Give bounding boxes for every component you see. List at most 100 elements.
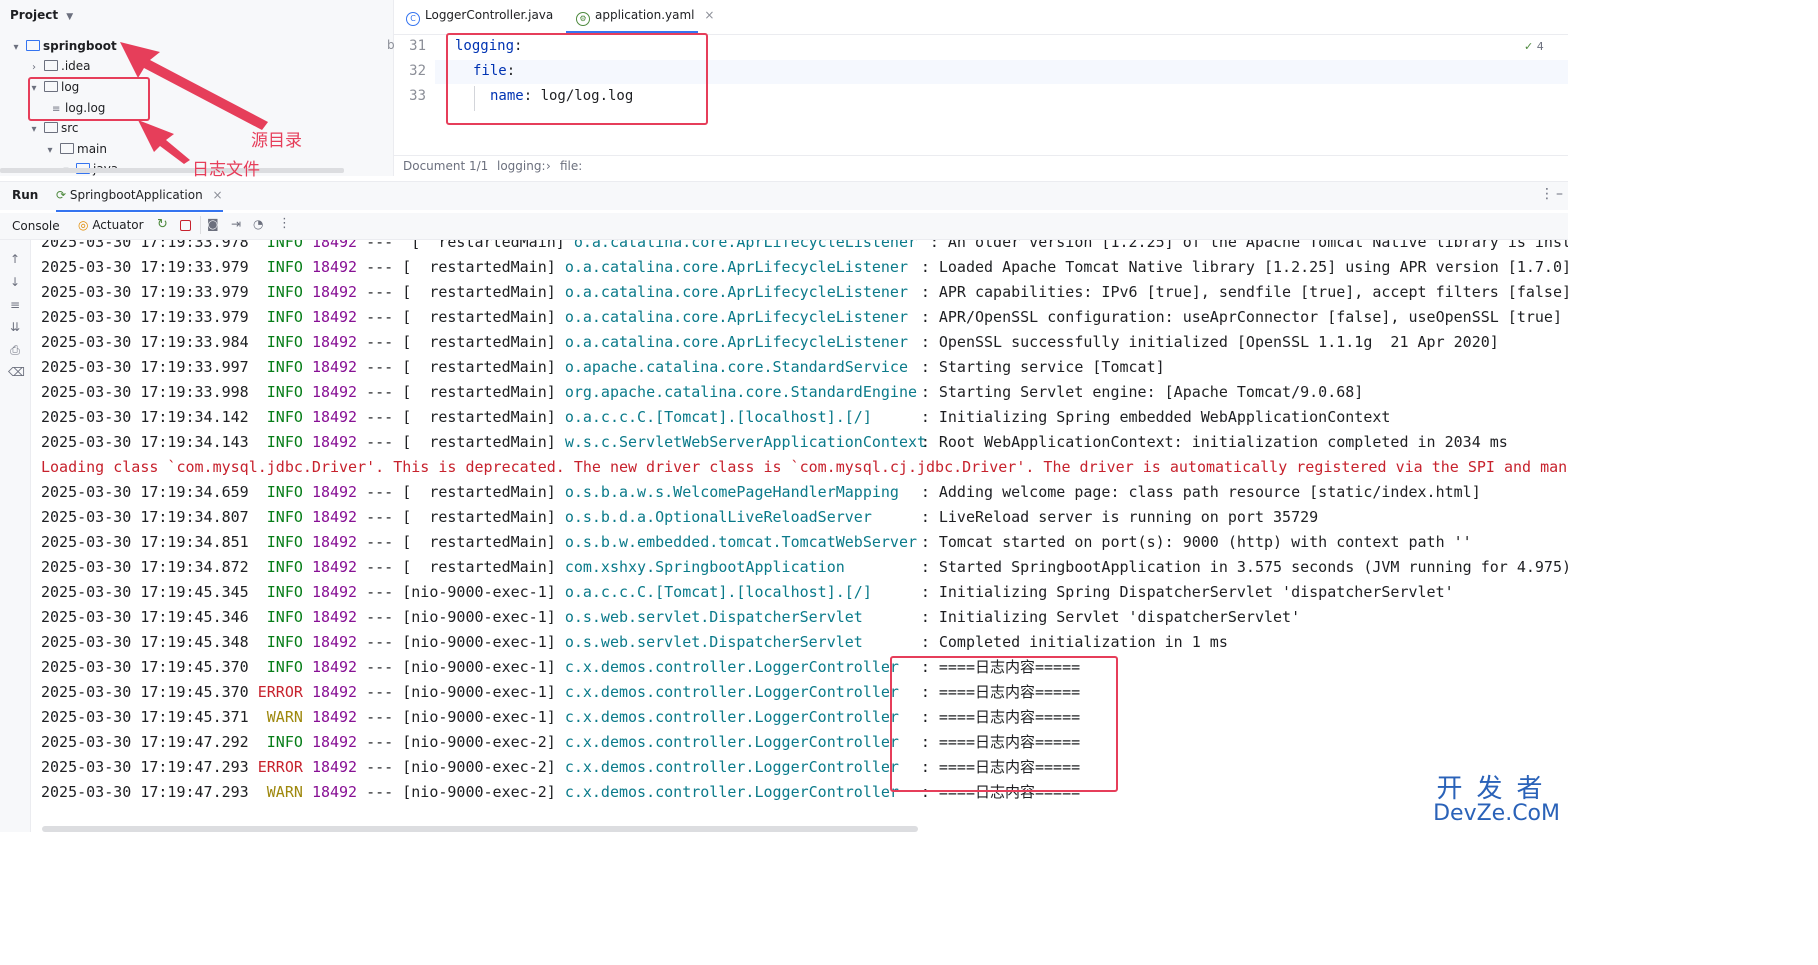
- console-line: 2025-03-30 17:19:34.872 INFO 18492 --- […: [41, 555, 1568, 580]
- log-thread: --- [ restartedMain]: [366, 258, 556, 276]
- tab-logger-controller[interactable]: C LoggerController.java: [406, 8, 553, 26]
- log-message: : Loaded Apache Tomcat Native library [1…: [920, 258, 1568, 276]
- close-icon[interactable]: ×: [704, 8, 714, 22]
- log-level: INFO: [266, 608, 303, 626]
- log-thread: --- [ restartedMain]: [366, 333, 556, 351]
- log-logger: com.xshxy.SpringbootApplication: [564, 558, 845, 576]
- log-pid: 18492: [311, 533, 358, 551]
- camera-icon[interactable]: ◙: [207, 217, 219, 231]
- log-pid: 18492: [311, 283, 358, 301]
- log-output-highlight-box: [890, 656, 1118, 792]
- log-message: : LiveReload server is running on port 3…: [920, 508, 1319, 526]
- scroll-to-end-icon[interactable]: ⇊: [8, 320, 22, 334]
- log-logger: c.x.demos.controller.LoggerController: [564, 708, 899, 726]
- log-level: INFO: [266, 333, 303, 351]
- log-logger: o.s.b.d.a.OptionalLiveReloadServer: [564, 508, 872, 526]
- arrow-up-icon[interactable]: ↑: [8, 252, 22, 266]
- log-level: INFO: [266, 240, 303, 251]
- console-line: 2025-03-30 17:19:34.659 INFO 18492 --- […: [41, 480, 1481, 505]
- log-level: INFO: [266, 658, 303, 676]
- log-thread: --- [nio-9000-exec-1]: [366, 658, 556, 676]
- log-level: INFO: [266, 258, 303, 276]
- log-level: INFO: [266, 433, 303, 451]
- more-options-icon[interactable]: ⋮: [1540, 186, 1554, 202]
- console-output[interactable]: 2025-03-30 17:19:33.978 INFO 18492 --- […: [31, 240, 1568, 832]
- log-timestamp: 2025-03-30 17:19:34.872: [41, 558, 249, 576]
- log-level: INFO: [266, 358, 303, 376]
- log-level: INFO: [266, 483, 303, 501]
- editor-tab-bar: C LoggerController.java ⚙ application.yaml…: [394, 0, 1568, 35]
- log-logger: c.x.demos.controller.LoggerController: [564, 683, 899, 701]
- log-pid: 18492: [311, 783, 358, 801]
- log-message: : Initializing Spring embedded WebApplic…: [920, 408, 1391, 426]
- log-pid: 18492: [311, 383, 358, 401]
- log-logger: c.x.demos.controller.LoggerController: [564, 783, 899, 801]
- tab-actuator[interactable]: ◎ Actuator: [78, 218, 144, 232]
- breadcrumb-file[interactable]: file:: [560, 159, 582, 173]
- arrow-to-source-dir: [120, 42, 268, 130]
- console-line: 2025-03-30 17:19:45.345 INFO 18492 --- […: [41, 580, 1454, 605]
- line-number: 31: [409, 38, 426, 54]
- log-logger: org.apache.catalina.core.StandardEngine: [564, 383, 918, 401]
- log-thread: --- [ restartedMain]: [366, 283, 556, 301]
- log-thread: --- [ restartedMain]: [366, 358, 556, 376]
- log-message: : APR capabilities: IPv6 [true], sendfil…: [920, 283, 1568, 301]
- breadcrumb-logging[interactable]: logging:: [497, 159, 546, 173]
- exit-icon[interactable]: ⇥: [231, 217, 241, 231]
- log-message: : Tomcat started on port(s): 9000 (http)…: [920, 533, 1472, 551]
- log-thread: --- [ restartedMain]: [366, 483, 556, 501]
- tab-application-yaml[interactable]: ⚙ application.yaml ×: [576, 8, 714, 26]
- log-logger: w.s.c.ServletWebServerApplicationContext: [564, 433, 927, 451]
- log-pid: 18492: [311, 508, 358, 526]
- log-logger: o.s.b.a.w.s.WelcomePageHandlerMapping: [564, 483, 899, 501]
- annotation-source-dir: 源目录: [251, 131, 302, 151]
- minimize-icon[interactable]: –: [1556, 186, 1563, 202]
- log-message: : Starting service [Tomcat]: [920, 358, 1165, 376]
- tab-console[interactable]: Console: [12, 219, 60, 233]
- trash-icon[interactable]: ⌫: [8, 365, 25, 379]
- more-options-icon[interactable]: ⋮: [278, 216, 291, 231]
- log-pid: 18492: [311, 333, 358, 351]
- gauge-icon[interactable]: ◔: [253, 217, 263, 231]
- arrow-down-icon[interactable]: ↓: [8, 275, 22, 289]
- log-thread: --- [nio-9000-exec-2]: [366, 783, 556, 801]
- log-pid: 18492: [311, 240, 358, 251]
- toolbar-divider: [200, 216, 201, 234]
- log-logger: o.a.c.c.C.[Tomcat].[localhost].[/]: [564, 408, 872, 426]
- soft-wrap-icon[interactable]: ≡: [8, 298, 22, 312]
- log-timestamp: 2025-03-30 17:19:47.293: [41, 758, 249, 776]
- log-thread: --- [ restartedMain]: [366, 408, 556, 426]
- log-thread: --- [ restartedMain]: [366, 533, 556, 551]
- line-number: 32: [409, 63, 426, 79]
- log-logger: o.a.catalina.core.AprLifecycleListener: [573, 240, 918, 251]
- run-toolbar: Console ◎ Actuator ↻ ◙ ⇥ ◔ ⋮: [0, 213, 1568, 240]
- log-timestamp: 2025-03-30 17:19:34.659: [41, 483, 249, 501]
- console-line: 2025-03-30 17:19:33.978 INFO 18492 --- […: [41, 240, 1568, 255]
- log-timestamp: 2025-03-30 17:19:33.979: [41, 258, 249, 276]
- console-warning-text: Loading class `com.mysql.jdbc.Driver'. T…: [41, 458, 1568, 476]
- console-line: 2025-03-30 17:19:34.807 INFO 18492 --- […: [41, 505, 1318, 530]
- watermark-logo: 开发者 DevZe.CoM: [1433, 768, 1560, 826]
- log-message: : Adding welcome page: class path resour…: [920, 483, 1481, 501]
- log-message: : Initializing Servlet 'dispatcherServle…: [920, 608, 1301, 626]
- breadcrumb-document[interactable]: Document 1/1: [403, 159, 488, 173]
- log-logger: o.a.catalina.core.AprLifecycleListener: [564, 333, 908, 351]
- log-timestamp: 2025-03-30 17:19:33.979: [41, 308, 249, 326]
- print-icon[interactable]: ⎙: [8, 343, 22, 358]
- breadcrumb-separator: ›: [546, 159, 551, 173]
- console-horizontal-scrollbar[interactable]: [42, 826, 918, 832]
- rerun-icon[interactable]: ↻: [157, 217, 168, 232]
- run-label: Run: [12, 188, 39, 202]
- log-level: INFO: [266, 558, 303, 576]
- log-timestamp: 2025-03-30 17:19:33.998: [41, 383, 249, 401]
- stop-icon[interactable]: [180, 220, 191, 231]
- log-logger: o.a.c.c.C.[Tomcat].[localhost].[/]: [564, 583, 872, 601]
- close-icon[interactable]: ×: [213, 188, 223, 202]
- run-config-icon: ⟳: [56, 188, 67, 202]
- log-timestamp: 2025-03-30 17:19:45.348: [41, 633, 249, 651]
- log-timestamp: 2025-03-30 17:19:34.142: [41, 408, 249, 426]
- tab-springboot-application[interactable]: ⟳ SpringbootApplication ×: [56, 182, 223, 212]
- log-thread: --- [ restartedMain]: [366, 433, 556, 451]
- line-number: 33: [409, 88, 426, 104]
- log-logger: o.a.catalina.core.AprLifecycleListener: [564, 283, 908, 301]
